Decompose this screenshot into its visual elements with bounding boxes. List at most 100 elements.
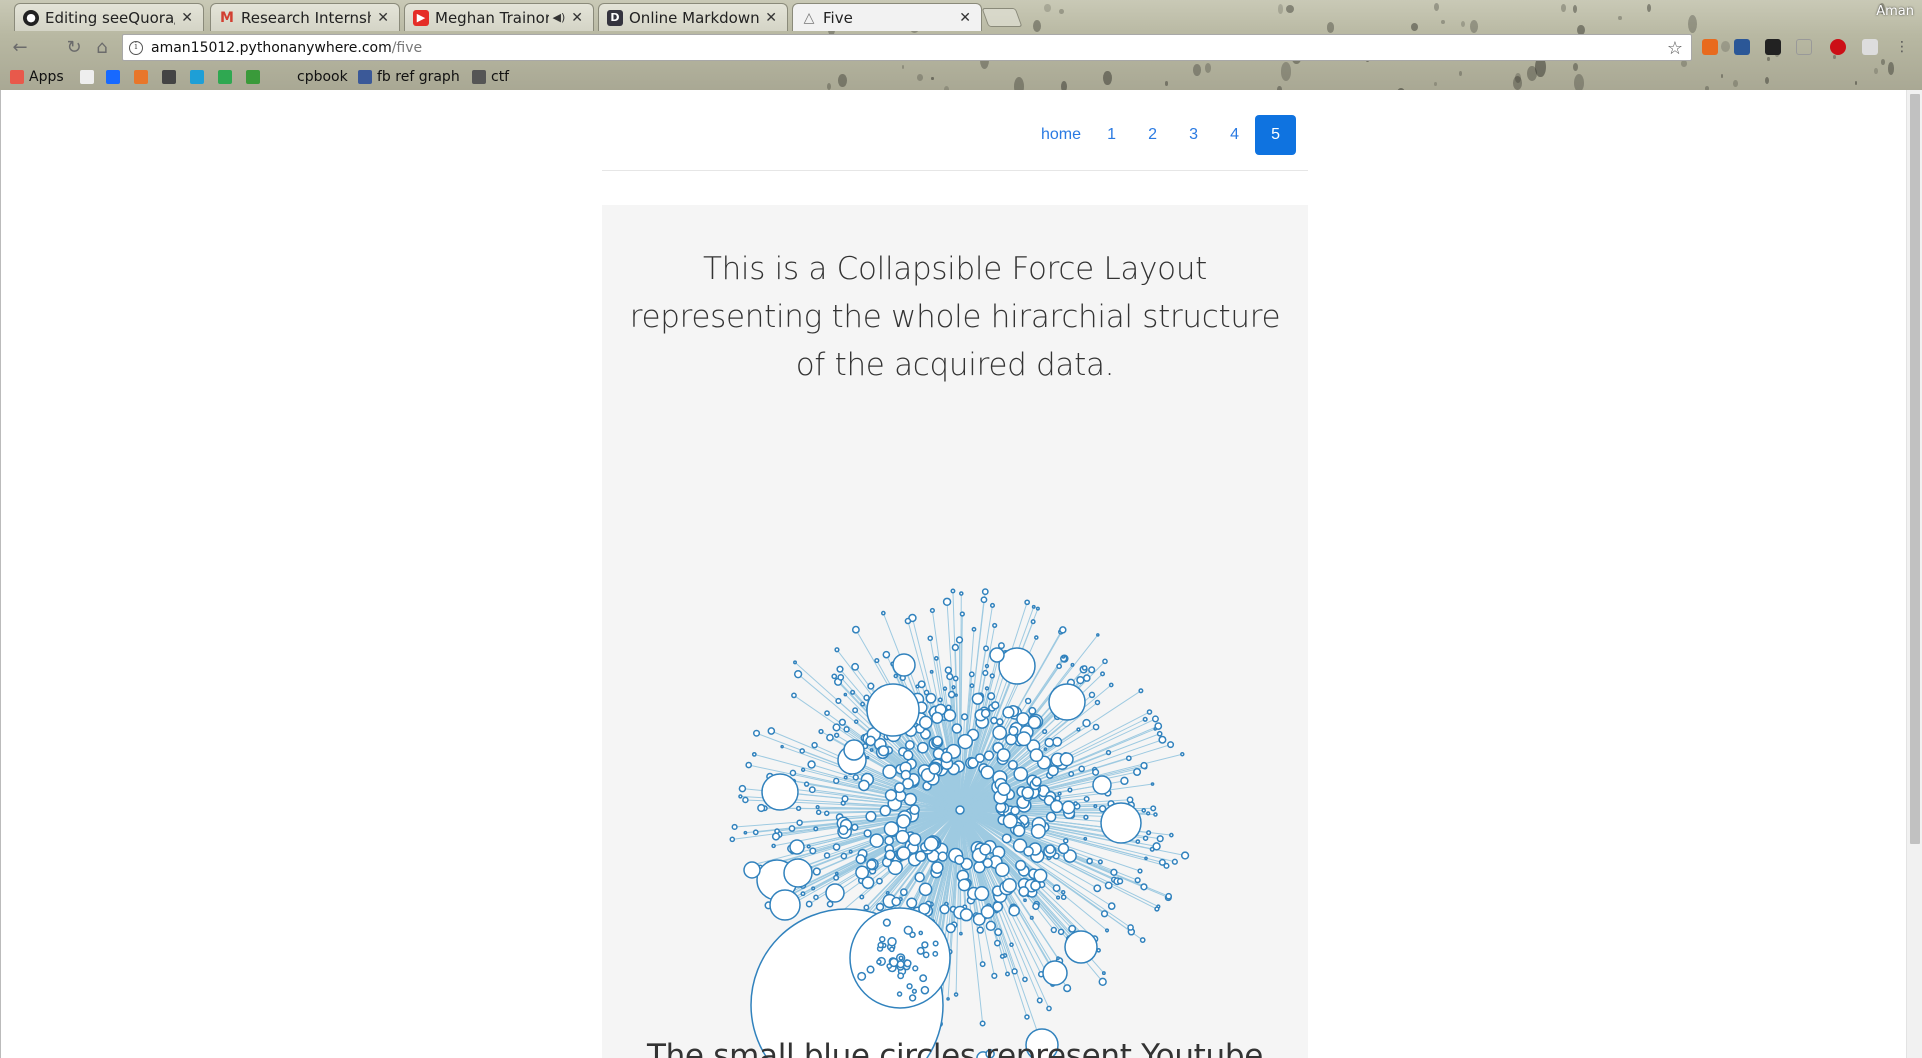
- graph-node[interactable]: [1167, 741, 1175, 749]
- graph-node[interactable]: [835, 697, 842, 705]
- graph-node[interactable]: [867, 682, 875, 690]
- close-tab-icon[interactable]: ✕: [959, 10, 971, 26]
- close-tab-icon[interactable]: ✕: [377, 10, 389, 26]
- graph-node[interactable]: [874, 657, 880, 664]
- graph-node[interactable]: [866, 683, 920, 737]
- graph-node[interactable]: [825, 883, 845, 903]
- graph-node[interactable]: [799, 748, 806, 754]
- graph-node[interactable]: [1016, 731, 1032, 747]
- graph-node[interactable]: [1044, 737, 1055, 748]
- graph-node[interactable]: [812, 867, 821, 876]
- graph-node[interactable]: [930, 861, 944, 874]
- graph-node[interactable]: [997, 642, 1005, 650]
- graph-node[interactable]: [1133, 767, 1142, 777]
- graph-node[interactable]: [863, 694, 870, 701]
- graph-node[interactable]: [954, 854, 965, 865]
- graph-node[interactable]: [1022, 976, 1028, 983]
- graph-node[interactable]: [982, 857, 993, 869]
- graph-node[interactable]: [859, 894, 865, 900]
- graph-node[interactable]: [980, 596, 988, 604]
- graph-node[interactable]: [932, 950, 939, 957]
- graph-node[interactable]: [1064, 930, 1098, 964]
- graph-node[interactable]: [831, 673, 838, 680]
- graph-node[interactable]: [882, 650, 891, 659]
- nav-page-1-link[interactable]: 1: [1091, 115, 1132, 155]
- graph-node[interactable]: [931, 711, 944, 724]
- graph-node[interactable]: [876, 959, 882, 965]
- graph-node[interactable]: [885, 890, 890, 895]
- graph-node[interactable]: [1142, 835, 1149, 841]
- graph-node[interactable]: [855, 854, 866, 865]
- graph-node[interactable]: [1153, 812, 1158, 817]
- graph-node[interactable]: [866, 859, 877, 870]
- graph-node[interactable]: [919, 715, 933, 730]
- graph-node[interactable]: [1024, 697, 1032, 705]
- graph-node[interactable]: [1098, 977, 1107, 986]
- bookmark-behance[interactable]: [106, 68, 125, 86]
- graph-node[interactable]: [929, 669, 934, 674]
- graph-node[interactable]: [824, 710, 830, 717]
- graph-node[interactable]: [1092, 768, 1100, 776]
- tab-meghan-trainor[interactable]: ▶ Meghan Trainor ◀) ✕: [404, 3, 594, 31]
- graph-node[interactable]: [869, 833, 884, 848]
- pocket-icon[interactable]: [1862, 39, 1878, 55]
- graph-node[interactable]: [878, 745, 890, 757]
- graph-node[interactable]: [912, 965, 919, 972]
- graph-node[interactable]: [1104, 928, 1110, 933]
- graph-node[interactable]: [1009, 942, 1014, 948]
- graph-node[interactable]: [783, 858, 813, 888]
- graph-node[interactable]: [1024, 599, 1031, 606]
- graph-node[interactable]: [1023, 898, 1027, 903]
- graph-node[interactable]: [1116, 878, 1124, 885]
- graph-node[interactable]: [960, 713, 969, 721]
- graph-node[interactable]: [1107, 902, 1116, 910]
- graph-node[interactable]: [1102, 658, 1108, 665]
- graph-node[interactable]: [989, 602, 996, 608]
- page-scrollbar[interactable]: [1906, 90, 1922, 1058]
- graph-node[interactable]: [743, 830, 748, 835]
- graph-node[interactable]: [1083, 814, 1089, 820]
- graph-node[interactable]: [932, 940, 939, 947]
- graph-node[interactable]: [877, 941, 884, 949]
- graph-node[interactable]: [852, 774, 859, 781]
- graph-node[interactable]: [955, 805, 965, 815]
- graph-node[interactable]: [811, 741, 818, 749]
- graph-node[interactable]: [1096, 633, 1100, 637]
- graph-node[interactable]: [1060, 894, 1067, 901]
- graph-node[interactable]: [896, 846, 911, 861]
- graph-node[interactable]: [1134, 877, 1141, 884]
- graph-node[interactable]: [989, 673, 995, 679]
- graph-node[interactable]: [1169, 832, 1174, 838]
- graph-node[interactable]: [788, 825, 796, 832]
- bookmark-nb[interactable]: [162, 68, 181, 86]
- graph-node[interactable]: [1023, 846, 1034, 857]
- graph-node[interactable]: [946, 673, 954, 681]
- graph-node[interactable]: [947, 690, 956, 699]
- graph-node[interactable]: [1145, 811, 1151, 816]
- nav-page-4-link[interactable]: 4: [1214, 115, 1255, 155]
- graph-node[interactable]: [813, 826, 819, 832]
- graph-node[interactable]: [946, 997, 950, 1001]
- graph-node[interactable]: [918, 882, 933, 897]
- graph-node[interactable]: [1086, 857, 1093, 865]
- graph-node[interactable]: [954, 693, 958, 697]
- amazon-icon[interactable]: [1765, 39, 1781, 55]
- force-layout-graph[interactable]: [602, 205, 1308, 1058]
- graph-node[interactable]: [863, 904, 870, 911]
- graph-node[interactable]: [1180, 851, 1190, 860]
- graph-node[interactable]: [769, 889, 801, 921]
- graph-node[interactable]: [813, 894, 819, 901]
- graph-node[interactable]: [1093, 804, 1098, 809]
- graph-node[interactable]: [738, 784, 747, 793]
- bookmark-cpbook[interactable]: cpbook: [278, 68, 348, 86]
- graph-node[interactable]: [865, 810, 877, 822]
- graph-node[interactable]: [992, 622, 998, 629]
- graph-node[interactable]: [1002, 813, 1018, 829]
- graph-node[interactable]: [1150, 782, 1155, 786]
- graph-node[interactable]: [1158, 735, 1167, 744]
- graph-node[interactable]: [1150, 805, 1157, 812]
- bookmark-s[interactable]: [190, 68, 209, 86]
- graph-node[interactable]: [1081, 665, 1088, 671]
- graph-node[interactable]: [800, 891, 806, 897]
- graph-node[interactable]: [952, 675, 959, 682]
